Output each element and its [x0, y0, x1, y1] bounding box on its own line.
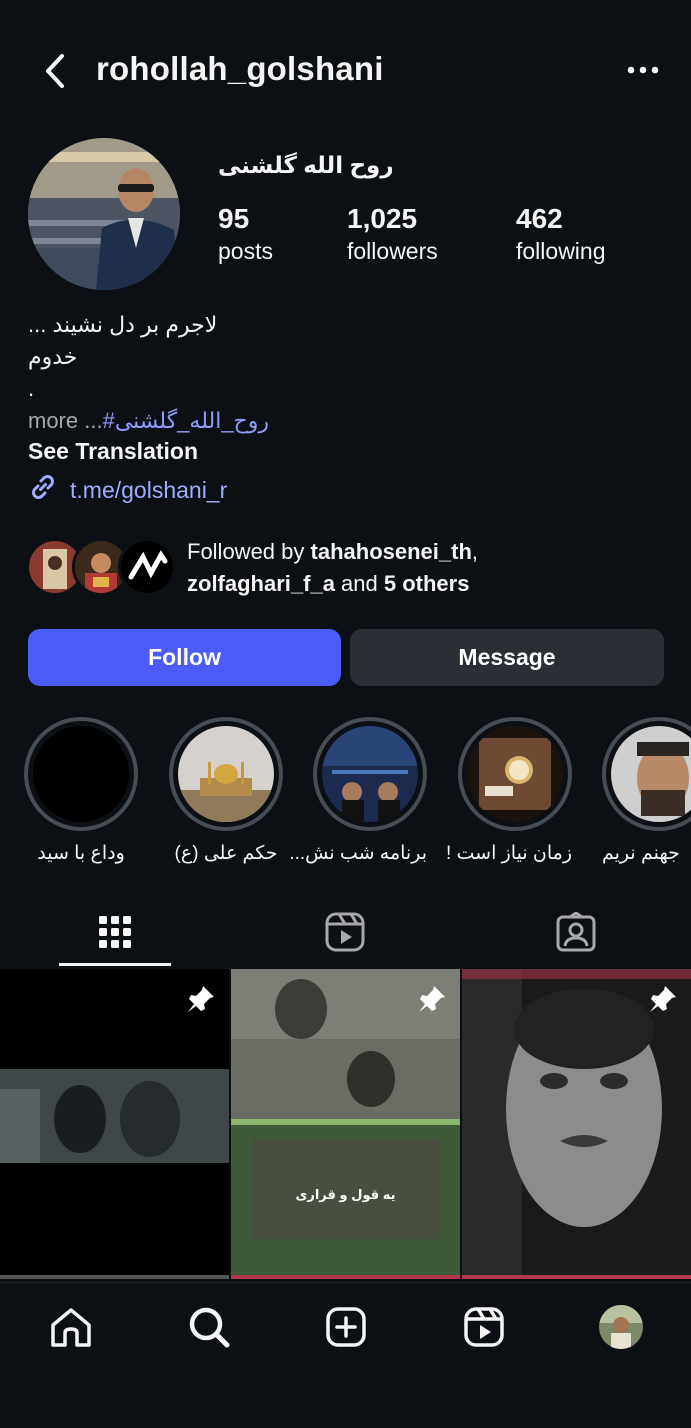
stat-label: followers [347, 238, 438, 264]
highlight-label: وداع با سید [37, 843, 125, 864]
followed-by-text[interactable]: Followed by tahahosenei_th, zolfaghari_f… [187, 536, 478, 600]
highlight-cover [33, 726, 129, 822]
follow-button[interactable]: Follow [28, 629, 341, 686]
active-tab-indicator [59, 963, 171, 966]
tab-posts[interactable] [0, 900, 230, 968]
bio-ellipsis: ... [78, 408, 103, 433]
see-translation-button[interactable]: See Translation [28, 438, 198, 465]
highlight-label: برنامه شب نش... [289, 843, 427, 864]
followers-count[interactable]: 1,025 followers [347, 204, 438, 268]
highlight-label: زمان نیاز است ! [445, 843, 572, 864]
profile-username: rohollah_golshani [96, 50, 384, 87]
tagged-icon [556, 910, 596, 957]
highlight-cover [611, 726, 691, 822]
highlight-label: حکم علی (ع) [174, 843, 278, 864]
post-caption: یه قول و قراری [295, 1187, 396, 1202]
highlight-cover [178, 726, 274, 822]
story-highlight[interactable]: وداع با سید [24, 717, 138, 865]
mutual-followers-avatars[interactable] [26, 538, 176, 598]
home-icon[interactable] [49, 1305, 93, 1349]
posts-grid: یه قول و قراری [0, 969, 691, 1279]
profile-avatar-tab[interactable] [599, 1305, 643, 1349]
pin-icon [185, 983, 217, 1015]
chevron-left-icon[interactable] [38, 52, 72, 90]
highlight-ring [313, 717, 427, 831]
more-horizontal-icon[interactable] [626, 58, 660, 82]
highlight-ring [24, 717, 138, 831]
highlight-label: جهنم نریم [602, 843, 680, 864]
tab-reels[interactable] [230, 900, 460, 968]
story-highlight[interactable]: برنامه شب نش... [289, 717, 427, 865]
pin-icon [416, 983, 448, 1015]
stat-label: posts [218, 238, 273, 264]
grid-post[interactable] [462, 969, 691, 1279]
profile-page: rohollah_golshani روح الله گلشنی 95 post… [0, 0, 691, 1428]
mutual-user-2: zolfaghari_f_a [187, 571, 335, 596]
followed-by-and: and [334, 571, 384, 596]
story-highlight[interactable]: حکم علی (ع) [169, 717, 283, 865]
stat-value: 1,025 [347, 203, 418, 234]
reels-icon[interactable] [462, 1305, 506, 1349]
bio-more-button[interactable]: more [28, 408, 78, 433]
tab-tagged[interactable] [461, 900, 691, 968]
bio-more-line: more ...#روح_الله_گلشنی [28, 408, 269, 434]
stat-value: 462 [516, 203, 563, 234]
top-bar: rohollah_golshani [0, 36, 691, 106]
following-count[interactable]: 462 following [516, 204, 606, 268]
mutual-others: 5 others [383, 571, 470, 596]
grid-post[interactable] [0, 969, 229, 1279]
grid-icon [98, 915, 132, 954]
bio-link[interactable]: t.me/golshani_r [28, 472, 227, 508]
highlight-ring [602, 717, 691, 831]
story-highlight[interactable]: جهنم نریم [602, 717, 691, 865]
profile-tabs [0, 900, 691, 968]
highlight-ring [169, 717, 283, 831]
highlight-ring [458, 717, 572, 831]
highlight-cover [467, 726, 563, 822]
profile-avatar[interactable] [28, 138, 180, 290]
mutual-user-1: tahahosenei_th [310, 539, 472, 564]
bio-line-3: . [28, 376, 35, 401]
bio-line-1: لاجرم بر دل نشیند ... [28, 312, 218, 337]
bio-hashtag[interactable]: #روح_الله_گلشنی [103, 408, 269, 433]
highlight-cover [322, 726, 418, 822]
link-icon [28, 472, 58, 508]
reels-icon [325, 912, 365, 957]
message-button[interactable]: Message [350, 629, 664, 686]
followed-by-comma: , [471, 539, 479, 564]
stat-value: 95 [218, 203, 250, 234]
story-highlight[interactable]: زمان نیاز است ! [445, 717, 572, 865]
grid-post[interactable]: یه قول و قراری [231, 969, 460, 1279]
profile-full-name: روح الله گلشنی [218, 152, 394, 178]
bio-line-2: خدوم [28, 344, 78, 369]
create-post-icon[interactable] [324, 1305, 368, 1349]
posts-count[interactable]: 95 posts [218, 204, 273, 268]
pin-icon [647, 983, 679, 1015]
search-icon[interactable] [187, 1305, 231, 1349]
stat-label: following [516, 238, 606, 264]
followed-by-prefix: Followed by [187, 539, 311, 564]
bottom-navigation [0, 1282, 691, 1428]
mutual-avatar [118, 538, 176, 596]
bio-link-text: t.me/golshani_r [70, 476, 228, 503]
